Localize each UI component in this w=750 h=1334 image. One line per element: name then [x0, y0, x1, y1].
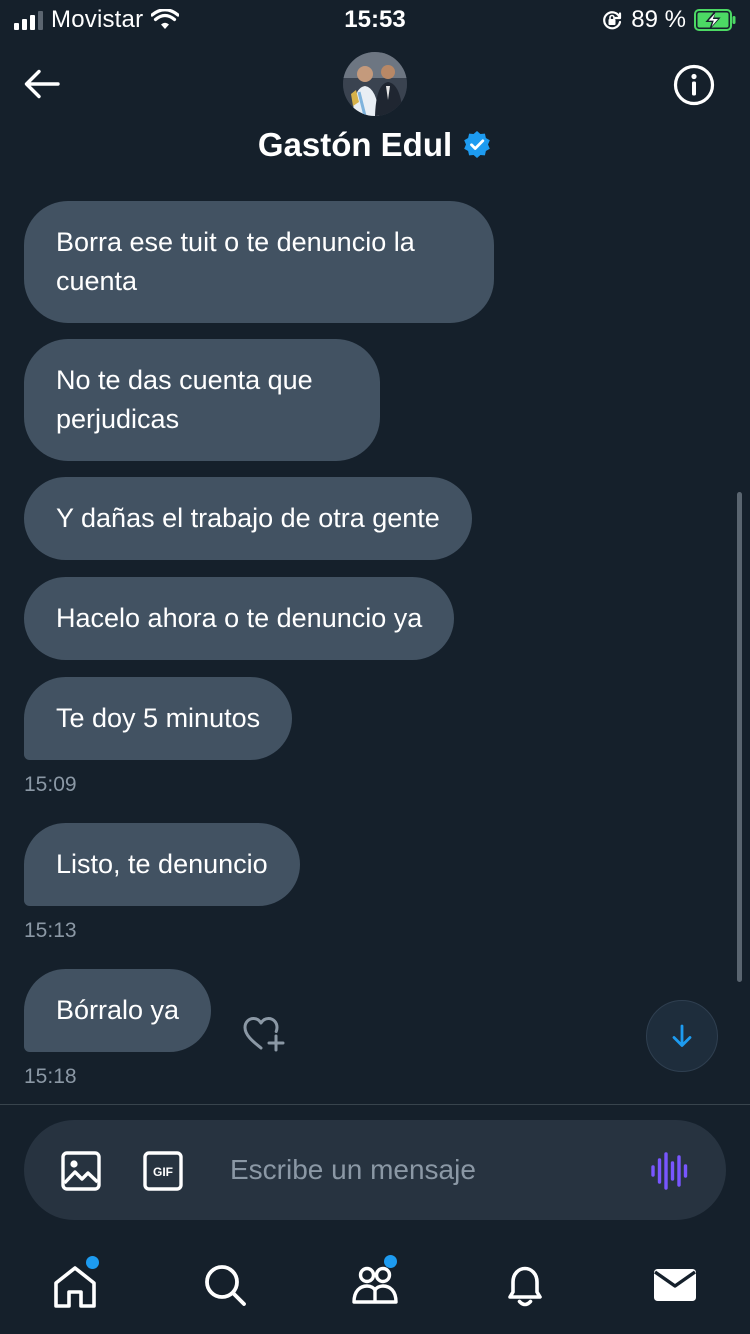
arrow-left-icon [24, 69, 60, 99]
message-timestamp: 15:09 [24, 773, 77, 796]
status-right: 89 % [601, 6, 736, 34]
avatar-photo [343, 52, 407, 116]
home-notification-dot [86, 1256, 99, 1269]
notifications-icon [508, 1266, 542, 1307]
tab-messages[interactable] [650, 1260, 700, 1310]
message-bubble[interactable]: Borra ese tuit o te denuncio la cuenta [24, 201, 494, 323]
voice-waveform-icon [651, 1152, 688, 1190]
arrow-down-icon [672, 1024, 692, 1047]
message-bubble[interactable]: Te doy 5 minutos [24, 677, 293, 760]
search-icon [205, 1265, 246, 1306]
tab-search[interactable] [200, 1260, 250, 1310]
carrier-name: Movistar [51, 6, 144, 33]
composer-divider [0, 1104, 750, 1105]
voice-message-button[interactable] [650, 1151, 690, 1191]
wifi-icon [151, 9, 180, 29]
message-text: Borra ese tuit o te denuncio la cuenta [56, 227, 415, 296]
contact-name: Gastón Edul [257, 126, 453, 163]
message-bubble[interactable]: Listo, te denuncio [24, 823, 300, 906]
scrollbar[interactable] [737, 492, 742, 982]
message-text: No te das cuenta que perjudicas [56, 365, 313, 434]
image-icon [61, 1151, 101, 1191]
message-timestamp: 15:13 [24, 919, 77, 942]
add-reaction-button[interactable] [241, 1014, 289, 1054]
status-left: Movistar [14, 6, 180, 34]
message-bubble[interactable]: Hacelo ahora o te denuncio ya [24, 577, 455, 660]
message-text: Te doy 5 minutos [56, 703, 261, 733]
contact-avatar[interactable] [343, 52, 407, 116]
verified-badge-icon [464, 131, 490, 158]
message-text: Bórralo ya [56, 995, 180, 1025]
cellular-signal-icon [14, 10, 43, 30]
dm-conversation-screen: Movistar 15:53 89 % Gastón Edul Borra es… [0, 0, 750, 1334]
back-button[interactable] [20, 64, 64, 104]
message-text: Hacelo ahora o te denuncio ya [56, 603, 423, 633]
add-gif-button[interactable]: GIF [142, 1150, 184, 1192]
battery-percent: 89 % [631, 6, 686, 33]
messages-icon [654, 1269, 696, 1301]
communities-notification-dot [384, 1255, 397, 1268]
message-text: Y dañas el trabajo de otra gente [56, 503, 440, 533]
battery-charging-icon [694, 9, 736, 31]
info-icon [673, 64, 715, 106]
status-bar: Movistar 15:53 89 % [0, 0, 750, 40]
message-bubble[interactable]: No te das cuenta que perjudicas [24, 339, 380, 461]
message-timestamp: 15:18 [24, 1065, 77, 1088]
tab-communities[interactable] [350, 1255, 400, 1310]
scroll-to-bottom-button[interactable] [646, 1000, 718, 1072]
message-text: Listo, te denuncio [56, 849, 268, 879]
message-bubble[interactable]: Bórralo ya [24, 969, 212, 1052]
gif-icon: GIF [143, 1151, 183, 1191]
message-input[interactable] [230, 1150, 630, 1190]
tab-home[interactable] [50, 1256, 100, 1310]
message-composer: GIF [24, 1120, 726, 1220]
tab-notifications[interactable] [500, 1260, 550, 1310]
conversation-info-button[interactable] [672, 63, 716, 107]
gif-label: GIF [153, 1165, 173, 1179]
heart-plus-icon [243, 1017, 285, 1052]
contact-header[interactable]: Gastón Edul [0, 126, 750, 164]
bottom-tab-bar [0, 1250, 750, 1320]
message-bubble[interactable]: Y dañas el trabajo de otra gente [24, 477, 472, 560]
orientation-lock-icon [603, 11, 622, 30]
add-image-button[interactable] [60, 1150, 102, 1192]
